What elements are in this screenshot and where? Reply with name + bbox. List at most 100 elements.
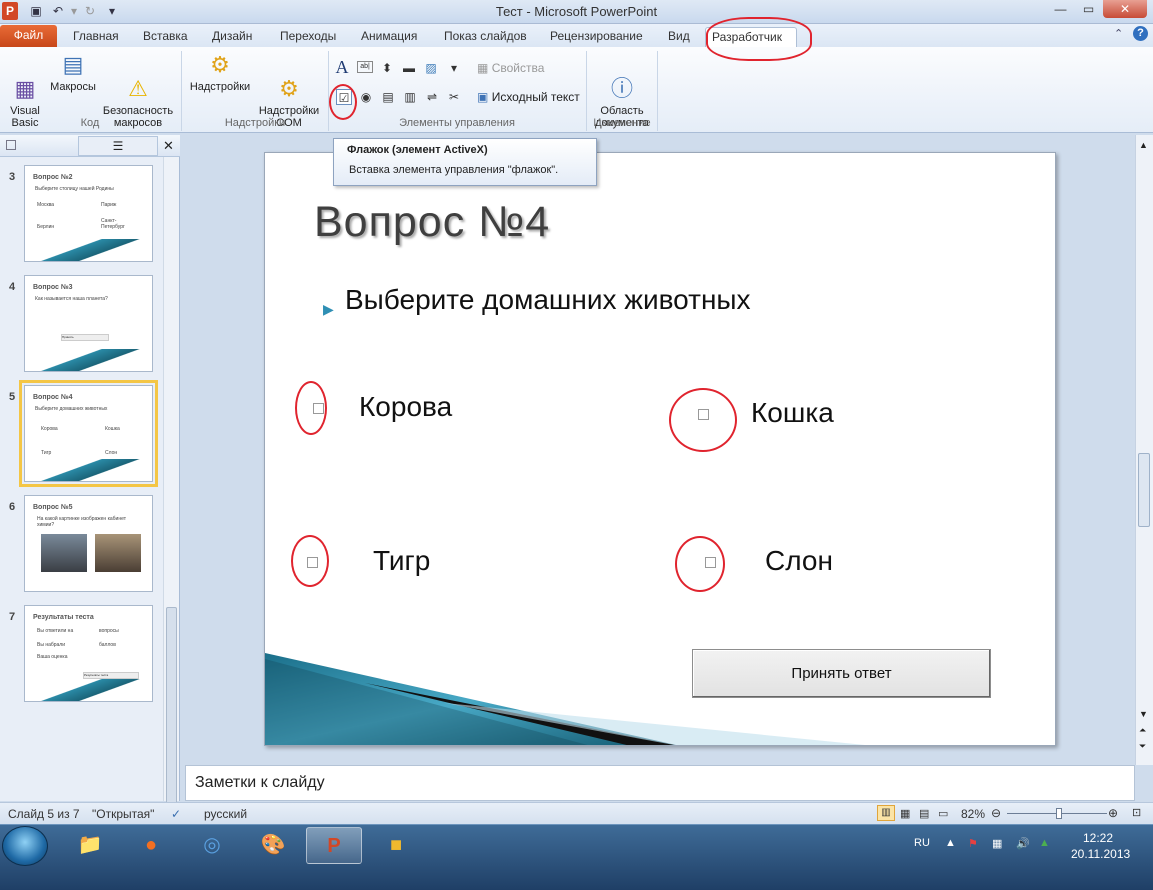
more-controls-icon[interactable]: ▾ bbox=[446, 60, 462, 76]
thumbnail-text: Тигр bbox=[41, 450, 52, 456]
addins-button[interactable]: ⚙ Надстройки bbox=[186, 51, 254, 93]
paint-icon[interactable]: 🎨 bbox=[245, 827, 301, 864]
slides-pane: ☰ ✕ 3 Вопрос №2 Выберите столицу нашей Р… bbox=[0, 135, 180, 807]
view-code-icon: ▣ bbox=[477, 90, 489, 104]
language-label[interactable]: русский bbox=[204, 807, 247, 821]
volume-icon[interactable]: 🔊 bbox=[1016, 837, 1030, 850]
chemistry-lab-photo bbox=[95, 534, 141, 572]
thumbnail-title: Вопрос №3 bbox=[33, 284, 73, 291]
next-slide-icon[interactable]: ⏷ bbox=[1139, 741, 1146, 752]
tab-transitions[interactable]: Переходы bbox=[274, 27, 342, 47]
properties-button[interactable]: ▦ Свойства bbox=[477, 61, 544, 75]
combobox-control-icon[interactable]: ▥ bbox=[402, 89, 418, 105]
start-button[interactable] bbox=[2, 826, 48, 866]
tools-icon[interactable]: ✂ bbox=[446, 89, 462, 105]
slide-thumbnail-3[interactable]: Вопрос №2 Выберите столицу нашей Родины … bbox=[24, 165, 153, 262]
keyboard-language[interactable]: RU bbox=[914, 837, 930, 849]
image-control-icon[interactable]: ▨ bbox=[423, 60, 439, 76]
scrollbar-thumb[interactable] bbox=[1138, 453, 1150, 527]
notes-pane[interactable]: Заметки к слайду bbox=[185, 765, 1135, 801]
zoom-in-icon[interactable]: ⊕ bbox=[1108, 806, 1118, 820]
tab-review[interactable]: Рецензирование bbox=[544, 27, 649, 47]
view-code-button[interactable]: ▣ Исходный текст bbox=[477, 90, 580, 104]
scrollbar-thumb[interactable] bbox=[166, 607, 177, 807]
slide: Вопрос №4 ▶ Выберите домашних животных К… bbox=[264, 152, 1056, 746]
tab-insert[interactable]: Вставка bbox=[137, 27, 194, 47]
slide-scrollbar[interactable]: ▲ ▼ ⏶ ⏷ bbox=[1135, 135, 1153, 765]
slide-sorter-icon[interactable]: ▦ bbox=[900, 807, 910, 820]
show-hidden-icons[interactable]: ▲ bbox=[945, 837, 956, 849]
status-bar: Слайд 5 из 7 "Открытая" ✓ русский ▥ ▦ ▤ … bbox=[0, 802, 1153, 824]
taskbar: 📁 ● ◎ 🎨 P ■ RU ▲ ⚑ ▦ 🔊 ▲ 12:22 20.11.201… bbox=[0, 824, 1153, 890]
spinbutton-control-icon[interactable]: ⬍ bbox=[379, 60, 395, 76]
option-tiger-label: Тигр bbox=[373, 545, 431, 576]
reading-view-icon[interactable]: ▤ bbox=[919, 807, 929, 820]
thumbnail-text: Вы ответили на bbox=[37, 628, 74, 634]
thumbnail-text: баллов bbox=[99, 642, 116, 648]
theme-name[interactable]: "Открытая" bbox=[92, 807, 154, 821]
listbox-control-icon[interactable]: ▤ bbox=[380, 89, 396, 105]
clock-date[interactable]: 20.11.2013 bbox=[1071, 847, 1130, 861]
slide-thumbnail-7[interactable]: Результаты теста Вы ответили на вопросы … bbox=[24, 605, 153, 702]
media-icon[interactable]: ◎ bbox=[184, 827, 240, 864]
previous-slide-icon[interactable]: ⏶ bbox=[1139, 725, 1146, 736]
thumbnail-number: 5 bbox=[9, 391, 16, 403]
option-elephant-label: Слон bbox=[765, 545, 833, 576]
tooltip: Флажок (элемент ActiveX) Вставка элемент… bbox=[333, 138, 597, 186]
ribbon: ▦ Visual Basic ▤ Макросы ⚠ Безопасность мак… bbox=[0, 47, 1153, 133]
tab-slideshow[interactable]: Показ слайдов bbox=[438, 27, 533, 47]
clock-time[interactable]: 12:22 bbox=[1083, 831, 1113, 845]
powerpoint-taskbar-icon[interactable]: P bbox=[306, 827, 362, 864]
slide-thumbnail-5[interactable]: Вопрос №4 Выберите домашних животных Кор… bbox=[19, 380, 158, 487]
spellcheck-icon[interactable]: ✓ bbox=[171, 807, 181, 821]
toggle-control-icon[interactable]: ⇌ bbox=[424, 89, 440, 105]
fit-to-window-icon[interactable]: ⊡ bbox=[1132, 806, 1141, 819]
zoom-level[interactable]: 82% bbox=[961, 807, 985, 821]
slideshow-view-icon[interactable]: ▭ bbox=[938, 807, 948, 820]
macros-button[interactable]: ▤ Макросы bbox=[46, 51, 100, 93]
macros-icon: ▤ bbox=[62, 52, 84, 77]
tab-design[interactable]: Дизайн bbox=[206, 27, 258, 47]
tab-file[interactable]: Файл bbox=[0, 25, 57, 47]
outline-tab-icon[interactable]: ☰ bbox=[78, 136, 158, 156]
annotation-circle bbox=[291, 535, 329, 587]
drive-icon[interactable]: ▲ bbox=[1039, 837, 1050, 849]
group-modify-label: Изменение bbox=[593, 117, 651, 129]
network-icon[interactable]: ▦ bbox=[992, 837, 1002, 850]
explorer-icon[interactable]: 📁 bbox=[62, 827, 118, 864]
firefox-icon[interactable]: ● bbox=[123, 827, 179, 864]
thumbnail-text: Берлин bbox=[37, 224, 55, 230]
minimize-ribbon-icon[interactable]: ⌃ bbox=[1114, 27, 1123, 40]
action-center-icon[interactable]: ⚑ bbox=[968, 837, 978, 850]
thumbnail-text: Париж bbox=[101, 202, 117, 208]
radio-control-icon[interactable]: ◉ bbox=[358, 89, 374, 105]
app-taskbar-icon[interactable]: ■ bbox=[368, 827, 424, 864]
slide-title[interactable]: Вопрос №4 bbox=[314, 198, 550, 247]
scroll-down-icon[interactable]: ▼ bbox=[1139, 709, 1148, 719]
thumbnail-button: Принять bbox=[61, 334, 109, 341]
slide-thumbnail-4[interactable]: Вопрос №3 Как называется наша планета? П… bbox=[24, 275, 153, 372]
scroll-up-icon[interactable]: ▲ bbox=[1139, 140, 1148, 150]
slide-thumbnail-6[interactable]: Вопрос №5 На какой картинке изображен ка… bbox=[24, 495, 153, 592]
normal-view-icon[interactable]: ▥ bbox=[877, 805, 895, 821]
textbox-control-icon[interactable]: ab| bbox=[357, 61, 373, 73]
help-icon[interactable]: ? bbox=[1133, 26, 1148, 41]
label-control-icon[interactable]: A bbox=[334, 58, 350, 76]
thumbnail-text: Слон bbox=[105, 450, 118, 456]
slides-tab-icon[interactable] bbox=[6, 140, 16, 150]
tab-home[interactable]: Главная bbox=[67, 27, 125, 47]
close-pane-icon[interactable]: ✕ bbox=[163, 138, 174, 154]
group-code-label: Код bbox=[80, 117, 100, 129]
thumbnail-text: Вы набрали bbox=[37, 642, 65, 648]
zoom-slider-thumb[interactable] bbox=[1056, 808, 1062, 819]
close-button[interactable]: ✕ bbox=[1103, 0, 1147, 18]
thumbnails-scrollbar[interactable] bbox=[163, 157, 179, 807]
annotation-circle bbox=[295, 381, 327, 435]
maximize-button[interactable]: ▭ bbox=[1075, 0, 1102, 18]
minimize-button[interactable]: — bbox=[1047, 0, 1074, 18]
tab-view[interactable]: Вид bbox=[662, 27, 696, 47]
zoom-out-icon[interactable]: ⊖ bbox=[991, 806, 1001, 820]
scrollbar-control-icon[interactable]: ▬ bbox=[401, 60, 417, 76]
slide-question[interactable]: Выберите домашних животных bbox=[345, 284, 751, 316]
tab-animation[interactable]: Анимация bbox=[355, 27, 423, 47]
